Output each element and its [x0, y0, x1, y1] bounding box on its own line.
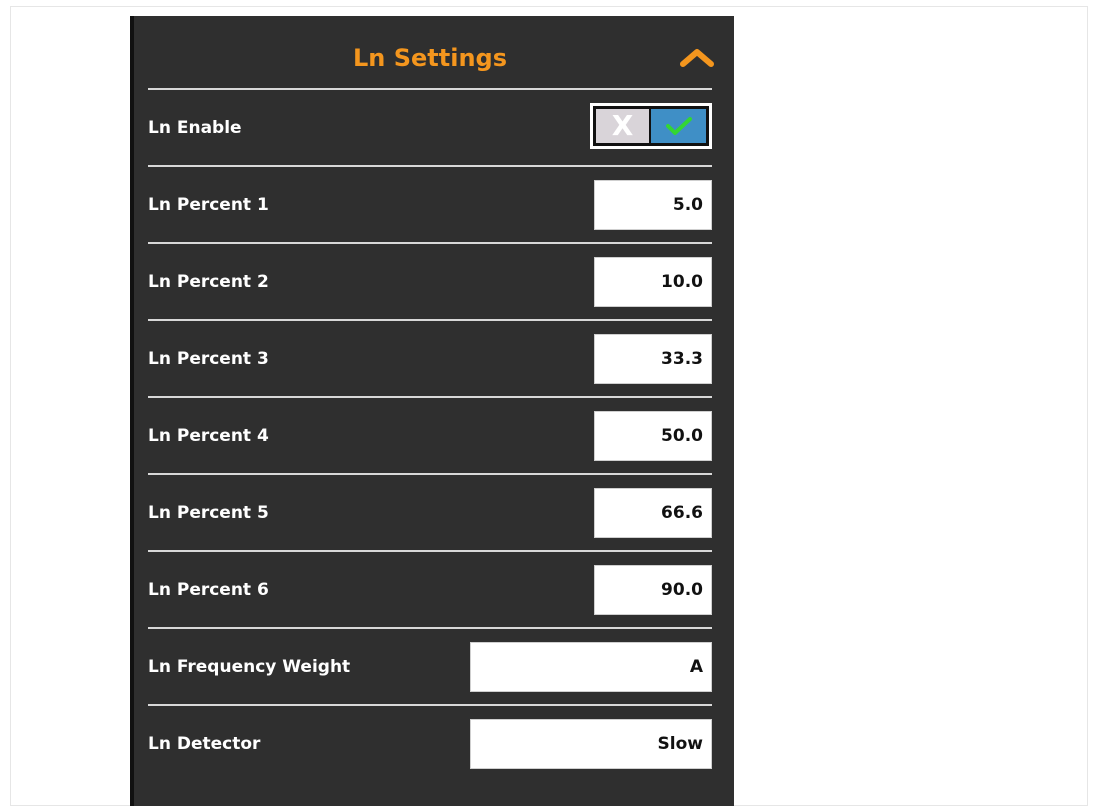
ln-detector-label: Ln Detector: [148, 734, 261, 754]
ln-percent-3-row: Ln Percent 3 33.3: [148, 321, 712, 398]
ln-frequency-weight-select[interactable]: A: [470, 642, 712, 692]
toggle-on-option[interactable]: [651, 109, 706, 143]
panel-header: Ln Settings: [148, 16, 714, 90]
toggle-off-option[interactable]: X: [596, 109, 650, 143]
ln-percent-2-field[interactable]: 10.0: [594, 257, 712, 307]
ln-percent-4-field[interactable]: 50.0: [594, 411, 712, 461]
ln-enable-toggle[interactable]: X: [590, 103, 712, 149]
ln-percent-5-field[interactable]: 66.6: [594, 488, 712, 538]
ln-percent-1-label: Ln Percent 1: [148, 195, 269, 215]
ln-enable-label: Ln Enable: [148, 118, 242, 138]
x-icon: X: [611, 109, 634, 142]
ln-percent-2-row: Ln Percent 2 10.0: [148, 244, 712, 321]
ln-percent-5-row: Ln Percent 5 66.6: [148, 475, 712, 552]
ln-percent-3-label: Ln Percent 3: [148, 349, 269, 369]
ln-detector-select[interactable]: Slow: [470, 719, 712, 769]
ln-enable-row: Ln Enable X: [148, 90, 712, 167]
ln-percent-6-row: Ln Percent 6 90.0: [148, 552, 712, 629]
ln-settings-panel: Ln Settings Ln Enable X Ln Percent 1 5.0…: [130, 16, 734, 806]
ln-percent-4-row: Ln Percent 4 50.0: [148, 398, 712, 475]
ln-percent-1-field[interactable]: 5.0: [594, 180, 712, 230]
ln-percent-5-label: Ln Percent 5: [148, 503, 269, 523]
ln-percent-2-label: Ln Percent 2: [148, 272, 269, 292]
chevron-up-icon[interactable]: [680, 46, 714, 70]
ln-detector-row: Ln Detector Slow: [148, 706, 712, 781]
panel-title: Ln Settings: [352, 44, 508, 72]
ln-percent-6-label: Ln Percent 6: [148, 580, 269, 600]
ln-percent-6-field[interactable]: 90.0: [594, 565, 712, 615]
ln-frequency-weight-label: Ln Frequency Weight: [148, 657, 351, 677]
ln-percent-3-field[interactable]: 33.3: [594, 334, 712, 384]
ln-percent-4-label: Ln Percent 4: [148, 426, 269, 446]
ln-frequency-weight-row: Ln Frequency Weight A: [148, 629, 712, 706]
check-icon: [665, 117, 692, 135]
ln-percent-1-row: Ln Percent 1 5.0: [148, 167, 712, 244]
